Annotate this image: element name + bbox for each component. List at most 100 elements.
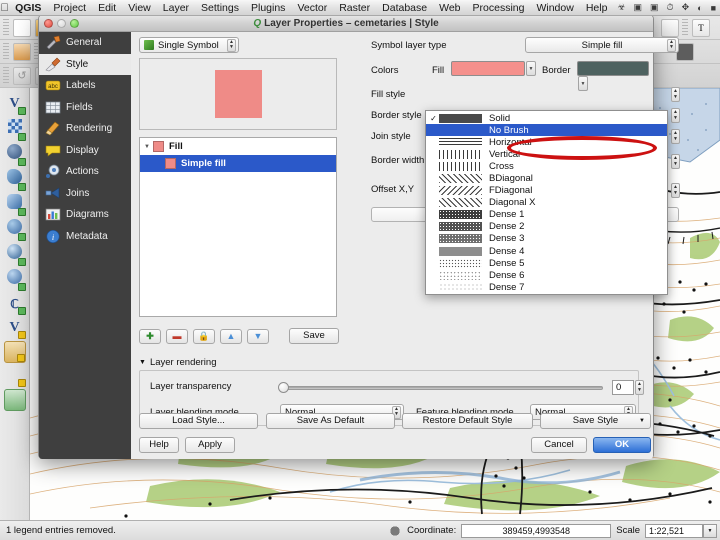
fill-color-picker[interactable]: ▼ [451, 61, 536, 76]
menu-item-settings[interactable]: Settings [195, 2, 245, 14]
menu-item-window[interactable]: Window [530, 2, 579, 14]
transparency-slider-knob[interactable] [278, 382, 289, 393]
sidebar-item-rendering[interactable]: Rendering [39, 118, 131, 140]
menu-item-help[interactable]: Help [580, 2, 614, 14]
menu-item-web[interactable]: Web [433, 2, 466, 14]
sidebar-item-joins[interactable]: Joins [39, 183, 131, 205]
chevron-down-icon[interactable]: ▼ [144, 144, 153, 150]
new-print-composer-icon[interactable] [661, 18, 679, 37]
add-delimited-text-layer-icon[interactable]: ℂ [4, 293, 26, 315]
chevron-down-icon[interactable]: ▼ [526, 61, 536, 76]
sidebar-item-display[interactable]: Display [39, 140, 131, 162]
dropbox-icon[interactable]: ☣ [613, 2, 629, 13]
help-button[interactable]: Help [139, 437, 179, 453]
option-cross[interactable]: Cross [426, 160, 667, 172]
coordinate-field[interactable]: 389459,4993548 [461, 523, 612, 538]
new-project-icon[interactable] [13, 18, 31, 37]
new-spatialite-layer-icon[interactable] [3, 341, 26, 363]
border-style-spinner[interactable] [671, 108, 680, 123]
ok-button[interactable]: OK [593, 437, 651, 453]
restore-default-style-button[interactable]: Restore Default Style [402, 413, 533, 429]
option-vertical[interactable]: Vertical [426, 148, 667, 160]
add-postgis-layer-icon[interactable] [4, 144, 26, 166]
add-wms-layer-icon[interactable] [4, 219, 26, 241]
transparency-value-field[interactable]: 0 [612, 380, 634, 395]
sidebar-item-labels[interactable]: abc Labels [39, 75, 131, 97]
save-symbol-button[interactable]: Save [289, 328, 339, 344]
add-mssql-layer-icon[interactable] [4, 194, 26, 216]
toolbar-grip-3[interactable] [682, 18, 688, 37]
pencil-edit-icon[interactable] [13, 42, 31, 61]
menu-item-qgis[interactable]: QGIS [9, 2, 47, 14]
option-dense-7[interactable]: Dense 7 [426, 281, 667, 293]
option-no-brush[interactable]: No Brush [426, 124, 667, 137]
fill-style-dropdown[interactable]: ✓ Solid No Brush Horizontal Vertical Cro… [425, 110, 668, 296]
option-dense-6[interactable]: Dense 6 [426, 269, 667, 281]
scale-dropdown-icon[interactable]: ▼ [703, 523, 717, 538]
sidebar-item-fields[interactable]: Fields [39, 97, 131, 119]
add-symbol-layer-button[interactable]: ✚ [139, 328, 161, 344]
option-dense-1[interactable]: Dense 1 [426, 209, 667, 221]
option-fdiagonal[interactable]: FDiagonal [426, 185, 667, 197]
option-solid[interactable]: ✓ Solid [426, 112, 667, 124]
display-icon[interactable]: ▣ [646, 2, 663, 13]
chevron-down-icon[interactable]: ▼ [639, 414, 645, 428]
undo-icon[interactable]: ↺ [13, 66, 31, 85]
symbol-layer-tree[interactable]: ▼ Fill Simple fill [139, 137, 337, 317]
save-style-button[interactable]: Save Style ▼ [540, 413, 651, 429]
chevron-down-icon[interactable]: ▼ [139, 359, 146, 366]
save-as-default-button[interactable]: Save As Default [266, 413, 395, 429]
scale-field[interactable]: 1:22,521 [645, 523, 703, 538]
fill-style-spinner[interactable] [671, 87, 680, 102]
add-raster-layer-icon[interactable] [4, 119, 26, 141]
menu-item-plugins[interactable]: Plugins [245, 2, 291, 14]
remove-layer-icon[interactable] [3, 389, 26, 411]
render-icon[interactable] [390, 524, 401, 537]
airplay-icon[interactable]: ▣ [630, 2, 647, 13]
menu-item-layer[interactable]: Layer [157, 2, 195, 14]
option-bdiagonal[interactable]: BDiagonal [426, 172, 667, 184]
text-annotation-icon[interactable]: T [692, 18, 710, 37]
menu-item-raster[interactable]: Raster [333, 2, 376, 14]
option-dense-5[interactable]: Dense 5 [426, 257, 667, 269]
load-style-button[interactable]: Load Style... [139, 413, 258, 429]
menu-item-edit[interactable]: Edit [92, 2, 122, 14]
sidebar-item-actions[interactable]: Actions [39, 161, 131, 183]
option-dense-3[interactable]: Dense 3 [426, 233, 667, 245]
dialog-titlebar[interactable]: Q Layer Properties – cemetaries | Style [39, 15, 653, 32]
add-wcs-layer-icon[interactable] [4, 244, 26, 266]
sidebar-item-general[interactable]: General [39, 32, 131, 54]
transparency-spinner[interactable] [635, 380, 644, 395]
new-shapefile-layer-icon[interactable]: V [4, 317, 26, 339]
sidebar-item-style[interactable]: Style [39, 53, 131, 75]
fill-color-swatch[interactable] [451, 61, 525, 76]
apple-logo-icon[interactable]:  [0, 2, 9, 14]
battery-icon[interactable]: ■ [707, 3, 720, 13]
option-dense-4[interactable]: Dense 4 [426, 245, 667, 257]
toolbar-grip-4[interactable] [3, 42, 9, 61]
menu-item-database[interactable]: Database [376, 2, 433, 14]
bluetooth-icon[interactable]: ✥ [678, 2, 694, 13]
toolbar-grip-6[interactable] [3, 66, 9, 85]
join-style-spinner[interactable] [671, 129, 680, 144]
new-memory-layer-icon[interactable] [4, 365, 26, 387]
renderer-type-combo[interactable]: Single Symbol [139, 37, 239, 53]
border-color-picker[interactable]: ▼ [577, 61, 653, 91]
tree-row-simple-fill[interactable]: Simple fill [140, 155, 336, 172]
border-width-spinner[interactable] [671, 154, 680, 169]
apply-button[interactable]: Apply [185, 437, 235, 453]
transparency-slider-track[interactable] [280, 386, 603, 390]
option-diagonal-x[interactable]: Diagonal X [426, 197, 667, 209]
option-dense-2[interactable]: Dense 2 [426, 221, 667, 233]
move-down-button[interactable]: ▼ [247, 328, 269, 344]
menu-item-project[interactable]: Project [47, 2, 92, 14]
option-horizontal[interactable]: Horizontal [426, 136, 667, 148]
move-up-button[interactable]: ▲ [220, 328, 242, 344]
sidebar-item-metadata[interactable]: i Metadata [39, 226, 131, 248]
lock-layer-button[interactable]: 🔒 [193, 328, 215, 344]
remove-symbol-layer-button[interactable]: ▬ [166, 328, 188, 344]
menu-item-processing[interactable]: Processing [467, 2, 531, 14]
add-vector-layer-icon[interactable]: V [4, 93, 26, 115]
toolbar-grip[interactable] [3, 18, 9, 37]
add-wfs-layer-icon[interactable] [4, 269, 26, 291]
